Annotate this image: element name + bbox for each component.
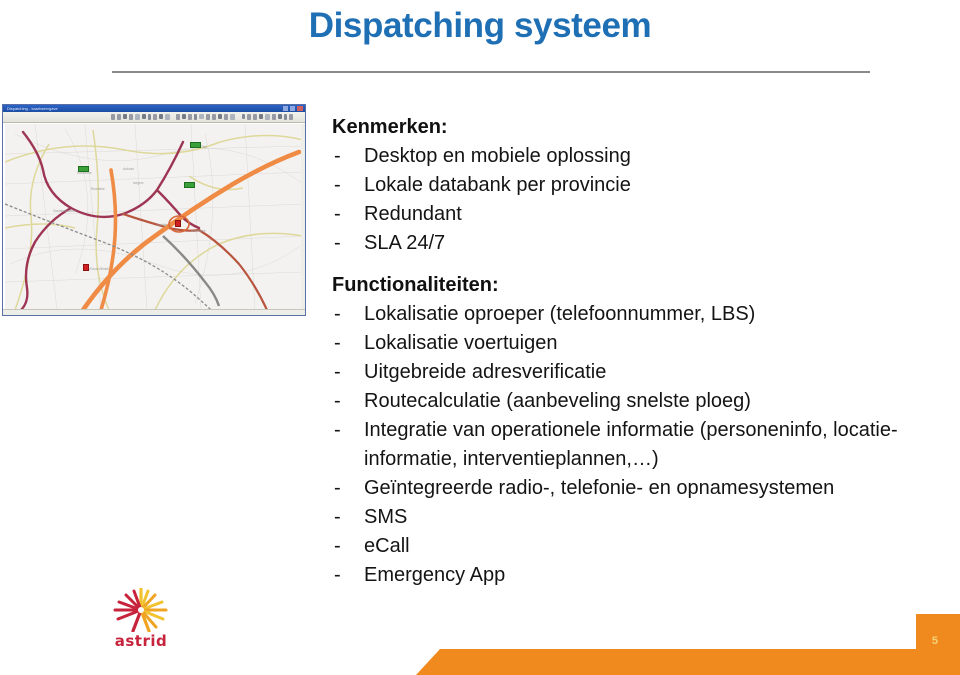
list-item: - SLA 24/7	[332, 229, 932, 258]
bullet-dash: -	[334, 203, 341, 225]
list-item: - Uitgebreide adresverificatie	[332, 358, 932, 387]
list-item: - Emergency App	[332, 561, 932, 590]
bullet-dash: -	[334, 535, 341, 557]
page-title: Dispatching systeem	[308, 6, 652, 45]
svg-text:Oostnieuwkerke: Oostnieuwkerke	[53, 209, 76, 213]
slide-body-text: Kenmerken: - Desktop en mobiele oplossin…	[332, 112, 932, 590]
svg-text:Tielt: Tielt	[201, 145, 207, 149]
list-item-label: eCall	[364, 535, 410, 557]
map-window-title: Dispatching - kaartweergave	[7, 106, 58, 111]
section-heading-functionaliteiten: Functionaliteiten:	[332, 274, 499, 296]
functionaliteiten-list: - Lokalisatie oproeper (telefoonnummer, …	[332, 300, 932, 590]
list-item: - Lokalisatie oproeper (telefoonnummer, …	[332, 300, 932, 329]
vehicle-marker[interactable]	[190, 142, 201, 148]
bullet-dash: -	[334, 390, 341, 412]
bullet-dash: -	[334, 477, 341, 499]
map-road-network: Roeselare Ardooie Rumbeke Izegem Oostnie…	[5, 124, 303, 310]
svg-text:Izegem: Izegem	[133, 181, 144, 185]
list-item-label: SMS	[364, 506, 408, 528]
list-item-label: Integratie van operationele informatie (…	[364, 419, 898, 470]
list-item-label: Lokalisatie voertuigen	[364, 332, 558, 354]
incident-marker[interactable]	[175, 220, 181, 227]
map-statusbar	[3, 309, 305, 315]
window-controls-icon[interactable]	[283, 106, 303, 111]
astrid-logo: astrid	[100, 588, 182, 650]
list-item-label: Lokale databank per provincie	[364, 174, 631, 196]
map-canvas[interactable]: Roeselare Ardooie Rumbeke Izegem Oostnie…	[5, 124, 303, 310]
list-item-label: Geïntegreerde radio-, telefonie- en opna…	[364, 477, 835, 499]
vehicle-marker[interactable]	[78, 166, 89, 172]
footer-accent-band	[416, 649, 916, 675]
vehicle-marker[interactable]	[184, 182, 195, 188]
svg-text:Harelbeke: Harelbeke	[191, 229, 206, 233]
incident-marker[interactable]	[83, 264, 89, 271]
bullet-dash: -	[334, 506, 341, 528]
title-divider	[112, 71, 870, 73]
bullet-dash: -	[334, 174, 341, 196]
list-item-label: Routecalculatie (aanbeveling snelste plo…	[364, 390, 751, 412]
svg-text:Kortrijk: Kortrijk	[157, 223, 167, 227]
map-toolbar[interactable]	[3, 112, 305, 137]
astrid-wordmark: astrid	[114, 632, 168, 650]
list-item-label: Uitgebreide adresverificatie	[364, 361, 607, 383]
map-window-titlebar: Dispatching - kaartweergave	[3, 105, 305, 112]
list-item-label: SLA 24/7	[364, 232, 446, 254]
bullet-dash: -	[334, 564, 341, 586]
list-item: - SMS	[332, 503, 932, 532]
list-item: - eCall	[332, 532, 932, 561]
page-number: 5	[931, 635, 938, 647]
dispatching-map-screenshot: Dispatching - kaartweergave Roeselare Ar…	[2, 104, 306, 316]
svg-text:Ardooie: Ardooie	[123, 167, 134, 171]
kenmerken-list: - Desktop en mobiele oplossing - Lokale …	[332, 142, 932, 258]
list-item: - Routecalculatie (aanbeveling snelste p…	[332, 387, 932, 416]
list-item: - Lokale databank per provincie	[332, 171, 932, 200]
list-item-label: Redundant	[364, 203, 462, 225]
footer-corner-block	[916, 614, 960, 675]
list-item-label: Emergency App	[364, 564, 506, 586]
bullet-dash: -	[334, 232, 341, 254]
list-item: - Desktop en mobiele oplossing	[332, 142, 932, 171]
list-item-label: Desktop en mobiele oplossing	[364, 145, 631, 167]
svg-text:Rumbeke: Rumbeke	[91, 187, 105, 191]
bullet-dash: -	[334, 419, 341, 441]
astrid-starburst-icon	[113, 588, 168, 632]
bullet-dash: -	[334, 145, 341, 167]
map-vertical-scrollbar[interactable]	[301, 124, 305, 310]
section-heading-kenmerken: Kenmerken:	[332, 116, 448, 138]
list-item: - Redundant	[332, 200, 932, 229]
list-item: - Lokalisatie voertuigen	[332, 329, 932, 358]
list-item: - Integratie van operationele informatie…	[332, 416, 932, 474]
list-item: - Geïntegreerde radio-, telefonie- en op…	[332, 474, 932, 503]
bullet-dash: -	[334, 303, 341, 325]
bullet-dash: -	[334, 361, 341, 383]
list-item-label: Lokalisatie oproeper (telefoonnummer, LB…	[364, 303, 756, 325]
bullet-dash: -	[334, 332, 341, 354]
map-toolbar-icons[interactable]	[111, 114, 297, 137]
